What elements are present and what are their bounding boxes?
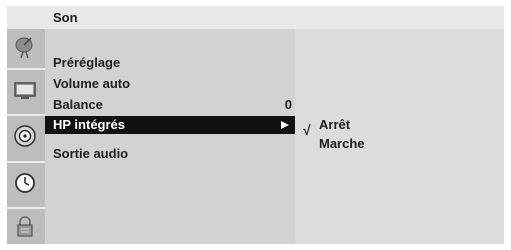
- menu-item-label: HP intégrés: [53, 117, 126, 132]
- clock-icon[interactable]: [11, 169, 39, 197]
- menu-item-prereglage[interactable]: Préréglage: [45, 54, 295, 72]
- icon-separator: [7, 114, 45, 116]
- icon-separator: [7, 161, 45, 163]
- osd-menu-window: Son Préréglage Volume auto Balance 0 HP …: [7, 6, 504, 244]
- satellite-dish-icon[interactable]: [11, 33, 39, 61]
- title-bar: Son: [7, 6, 504, 29]
- speaker-icon[interactable]: [11, 122, 39, 150]
- menu-item-sortie-audio[interactable]: Sortie audio: [45, 145, 295, 163]
- icon-separator: [7, 207, 45, 209]
- tv-screen-icon[interactable]: [11, 77, 39, 105]
- main-menu-list: Préréglage Volume auto Balance 0 HP inté…: [45, 29, 295, 244]
- check-mark-icon: √: [303, 122, 311, 138]
- submenu-arrow-icon: [281, 121, 289, 129]
- menu-item-label: Préréglage: [53, 55, 121, 70]
- submenu-option-arret[interactable]: Arrêt: [319, 117, 350, 132]
- balance-value: 0: [284, 97, 292, 112]
- menu-item-volume-auto[interactable]: Volume auto: [45, 75, 295, 93]
- lock-icon[interactable]: [11, 213, 39, 241]
- menu-title: Son: [53, 10, 78, 25]
- menu-item-balance[interactable]: Balance 0: [45, 96, 295, 114]
- menu-item-hp-integres[interactable]: HP intégrés: [45, 116, 295, 134]
- menu-item-label: Volume auto: [53, 76, 131, 91]
- menu-item-label: Sortie audio: [53, 146, 129, 161]
- category-icon-bar: [7, 29, 45, 244]
- submenu-option-marche[interactable]: Marche: [319, 136, 365, 151]
- icon-separator: [7, 68, 45, 70]
- menu-item-label: Balance: [53, 97, 103, 112]
